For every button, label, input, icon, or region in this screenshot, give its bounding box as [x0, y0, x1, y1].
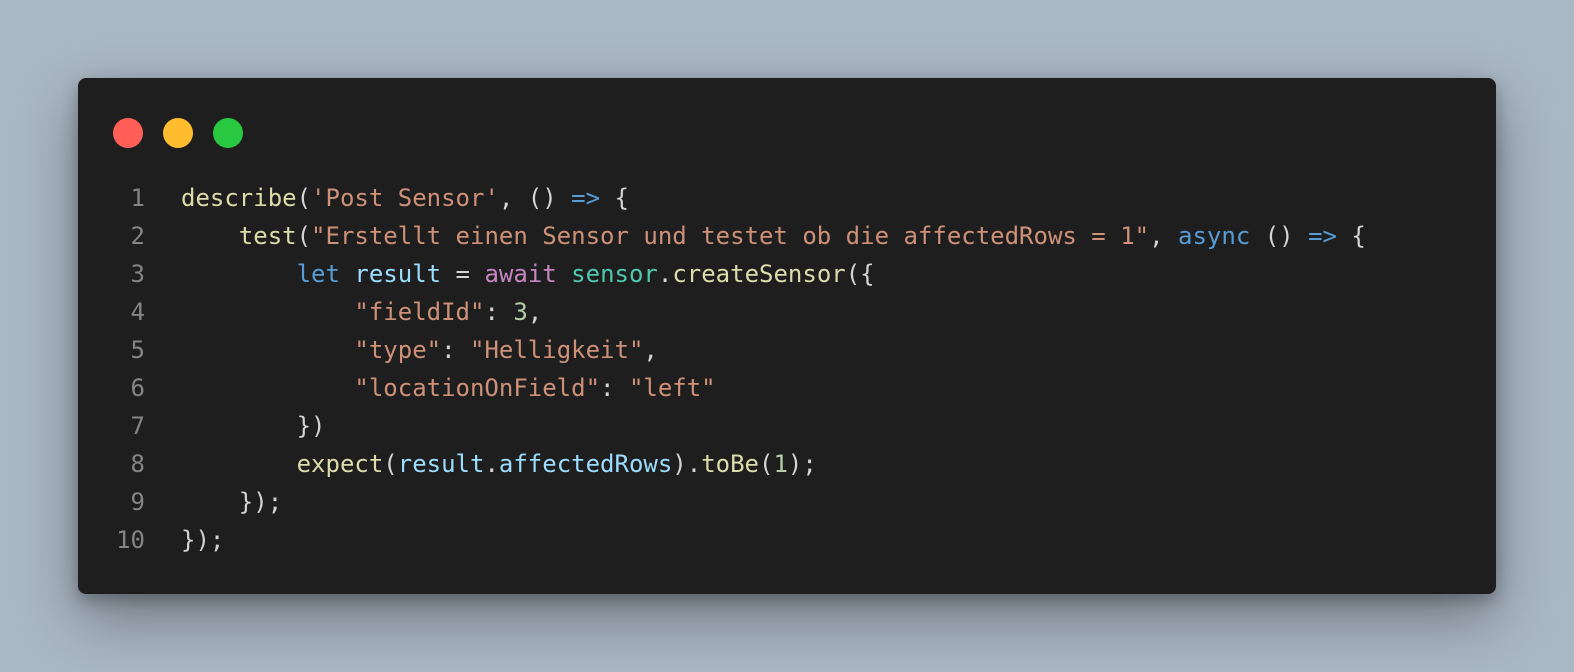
code-token: result — [354, 260, 442, 288]
code-token: : — [484, 298, 514, 326]
line-source: expect(result.affectedRows).toBe(1); — [181, 445, 817, 483]
code-token: ({ — [845, 260, 875, 288]
code-token: ( — [296, 184, 312, 212]
code-line: 1 describe('Post Sensor', () => { — [78, 179, 1496, 217]
code-token: => — [571, 184, 601, 212]
code-token: ); — [787, 450, 817, 478]
line-number: 3 — [130, 260, 145, 288]
line-number: 7 — [130, 412, 145, 440]
code-token: async — [1178, 222, 1251, 250]
code-block: 1 describe('Post Sensor', () => {2 test("… — [78, 179, 1496, 559]
code-line: 5 "type": "Helligkeit", — [78, 331, 1496, 369]
line-source: }); — [181, 521, 224, 559]
code-token: . — [484, 450, 499, 478]
code-token: test — [238, 222, 297, 250]
code-token: }) — [181, 412, 326, 440]
code-line: 7 }) — [78, 407, 1496, 445]
code-window: 1 describe('Post Sensor', () => {2 test("… — [78, 78, 1496, 594]
line-number: 4 — [130, 298, 145, 326]
code-line: 8 expect(result.affectedRows).toBe(1); — [78, 445, 1496, 483]
line-number: 10 — [116, 526, 145, 554]
code-token: createSensor — [672, 260, 846, 288]
code-line: 10}); — [78, 521, 1496, 559]
code-token: . — [657, 260, 673, 288]
code-token: ( — [759, 450, 774, 478]
code-token: expect — [296, 450, 384, 478]
code-token: = — [441, 260, 485, 288]
code-token: ). — [672, 450, 702, 478]
line-number: 5 — [130, 336, 145, 364]
line-source: let result = await sensor.createSensor({ — [181, 255, 875, 293]
line-number: 8 — [130, 450, 145, 478]
code-token: : — [600, 374, 629, 402]
line-source: describe('Post Sensor', () => { — [181, 179, 629, 217]
code-token: ( — [383, 450, 398, 478]
code-token: }); — [181, 488, 283, 516]
code-token: sensor — [571, 260, 658, 288]
code-token: "Helligkeit" — [470, 336, 644, 364]
line-number: 9 — [130, 488, 145, 516]
line-source: "fieldId": 3, — [181, 293, 542, 331]
code-token: : — [441, 336, 470, 364]
code-line: 2 test("Erstellt einen Sensor und testet… — [78, 217, 1496, 255]
code-token: 3 — [513, 298, 528, 326]
line-source: }) — [181, 407, 326, 445]
minimize-dot-icon[interactable] — [163, 118, 193, 148]
code-token: 1 — [773, 450, 788, 478]
code-token: "locationOnField" — [354, 374, 601, 402]
code-token: , — [643, 336, 658, 364]
code-token: , () — [498, 184, 572, 212]
line-source: "locationOnField": "left" — [181, 369, 716, 407]
close-dot-icon[interactable] — [113, 118, 143, 148]
code-token: 'Post Sensor' — [311, 184, 499, 212]
code-token: "Erstellt einen Sensor und testet ob die… — [311, 222, 1150, 250]
code-token: result — [397, 450, 485, 478]
code-line: 6 "locationOnField": "left" — [78, 369, 1496, 407]
line-source: }); — [181, 483, 282, 521]
code-token: let — [296, 260, 340, 288]
code-token: () — [1250, 222, 1309, 250]
code-token: await — [484, 260, 557, 288]
code-token: "left" — [628, 374, 716, 402]
code-token: , — [527, 298, 543, 326]
code-token: "type" — [354, 336, 442, 364]
code-token: , — [1149, 222, 1179, 250]
code-token: ( — [296, 222, 312, 250]
code-token: { — [600, 184, 629, 212]
code-token: affectedRows — [498, 450, 673, 478]
code-line: 4 "fieldId": 3, — [78, 293, 1496, 331]
code-line: 9 }); — [78, 483, 1496, 521]
code-token: => — [1308, 222, 1337, 250]
line-number: 6 — [130, 374, 145, 402]
code-line: 3 let result = await sensor.createSensor… — [78, 255, 1496, 293]
code-token: { — [1336, 222, 1366, 250]
line-source: "type": "Helligkeit", — [181, 331, 658, 369]
code-token: toBe — [701, 450, 759, 478]
maximize-dot-icon[interactable] — [213, 118, 243, 148]
code-token: describe — [181, 184, 297, 212]
code-token: "fieldId" — [354, 298, 485, 326]
line-number: 1 — [130, 184, 145, 212]
line-number: 2 — [130, 222, 145, 250]
code-token: }); — [181, 526, 225, 554]
line-source: test("Erstellt einen Sensor und testet o… — [181, 217, 1366, 255]
